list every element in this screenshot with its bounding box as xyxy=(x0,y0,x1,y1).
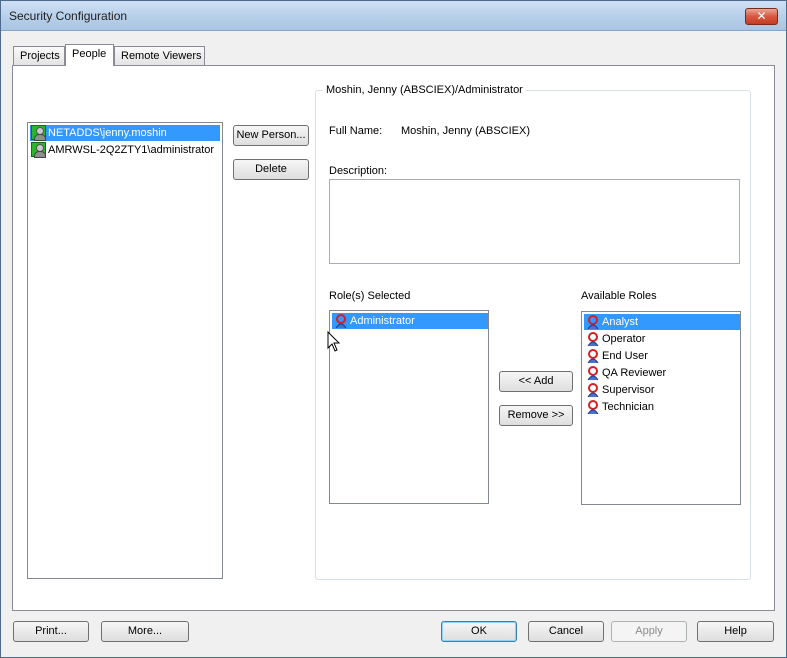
available-roles-list[interactable]: Analyst Operator End User QA Reviewer Su… xyxy=(581,311,741,505)
more-button[interactable]: More... xyxy=(101,621,189,642)
person-icon xyxy=(31,142,46,158)
tab-remote-viewers[interactable]: Remote Viewers xyxy=(114,46,205,65)
role-label: QA Reviewer xyxy=(602,367,667,379)
role-icon xyxy=(335,314,347,328)
list-item[interactable]: Administrator xyxy=(332,313,488,329)
ok-button[interactable]: OK xyxy=(441,621,517,642)
new-person-button[interactable]: New Person... xyxy=(233,125,309,146)
person-label: NETADDS\jenny.moshin xyxy=(48,127,167,139)
window-title: Security Configuration xyxy=(9,9,128,23)
role-label: Supervisor xyxy=(602,384,655,396)
description-field[interactable] xyxy=(329,179,740,264)
add-role-button[interactable]: << Add xyxy=(499,371,573,392)
role-icon xyxy=(587,315,599,329)
role-icon xyxy=(587,383,599,397)
list-item[interactable]: QA Reviewer xyxy=(584,365,740,381)
people-list[interactable]: NETADDS\jenny.moshin AMRWSL-2Q2ZTY1\admi… xyxy=(27,122,223,579)
group-title: Moshin, Jenny (ABSCIEX)/Administrator xyxy=(323,84,526,96)
available-roles-label: Available Roles xyxy=(581,290,657,302)
roles-selected-label: Role(s) Selected xyxy=(329,290,411,302)
full-name-value: Moshin, Jenny (ABSCIEX) xyxy=(401,125,530,137)
role-label: Operator xyxy=(602,333,646,345)
tab-people-label: People xyxy=(72,48,107,60)
cancel-button[interactable]: Cancel xyxy=(528,621,604,642)
tab-projects[interactable]: Projects xyxy=(13,46,65,65)
list-item[interactable]: NETADDS\jenny.moshin xyxy=(30,125,220,141)
full-name-label: Full Name: xyxy=(329,125,383,137)
apply-button[interactable]: Apply xyxy=(611,621,687,642)
list-item[interactable]: Analyst xyxy=(584,314,740,330)
description-label: Description: xyxy=(329,165,388,177)
role-label: End User xyxy=(602,350,648,362)
person-label: AMRWSL-2Q2ZTY1\administrator xyxy=(48,144,215,156)
mouse-cursor-icon xyxy=(327,331,341,352)
tab-projects-label: Projects xyxy=(20,50,60,62)
role-label: Technician xyxy=(602,401,654,413)
tab-remote-viewers-label: Remote Viewers xyxy=(121,50,202,62)
title-bar[interactable]: Security Configuration ✕ xyxy=(1,1,786,31)
list-item[interactable]: Operator xyxy=(584,331,740,347)
person-icon xyxy=(31,125,46,141)
list-item[interactable]: Technician xyxy=(584,399,740,415)
list-item[interactable]: Supervisor xyxy=(584,382,740,398)
close-button[interactable]: ✕ xyxy=(745,8,778,25)
help-button[interactable]: Help xyxy=(697,621,774,642)
remove-role-button[interactable]: Remove >> xyxy=(499,405,573,426)
close-icon: ✕ xyxy=(756,9,767,23)
selected-roles-list[interactable]: Administrator xyxy=(329,310,489,504)
delete-button[interactable]: Delete xyxy=(233,159,309,180)
security-configuration-window: Security Configuration ✕ Projects People… xyxy=(0,0,787,658)
role-label: Analyst xyxy=(602,316,639,328)
tab-people[interactable]: People xyxy=(65,44,114,66)
print-button[interactable]: Print... xyxy=(13,621,89,642)
role-label: Administrator xyxy=(350,315,415,327)
role-icon xyxy=(587,366,599,380)
role-icon xyxy=(587,349,599,363)
role-icon xyxy=(587,332,599,346)
list-item[interactable]: End User xyxy=(584,348,740,364)
role-icon xyxy=(587,400,599,414)
list-item[interactable]: AMRWSL-2Q2ZTY1\administrator xyxy=(30,142,220,158)
